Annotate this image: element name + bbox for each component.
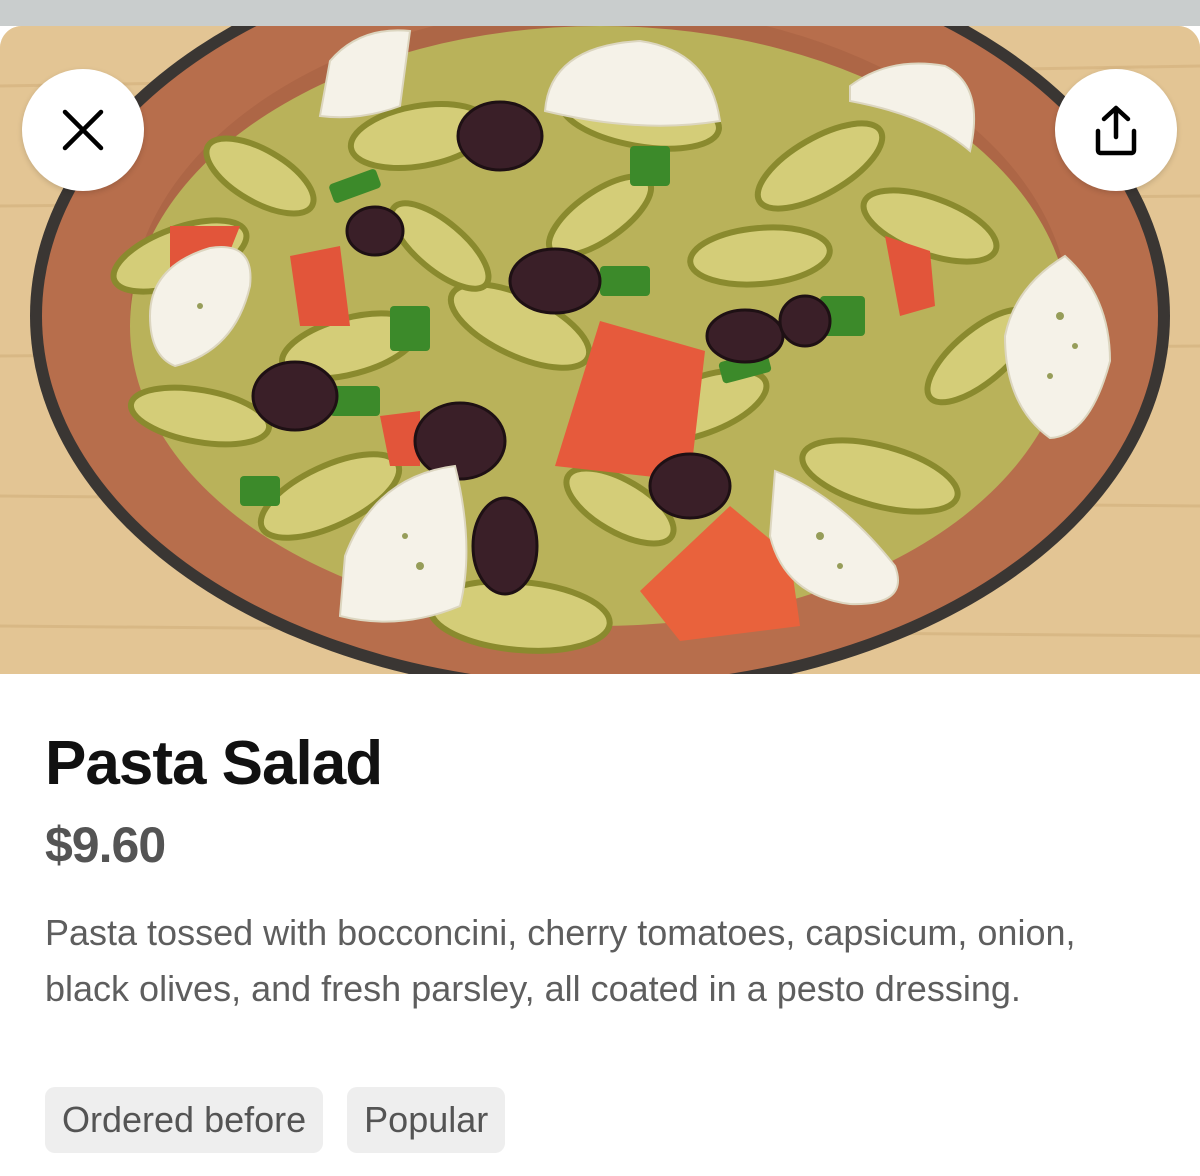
item-price: $9.60 xyxy=(45,817,166,873)
tag-popular: Popular xyxy=(347,1087,506,1153)
share-icon xyxy=(1092,104,1140,156)
tag-ordered-before: Ordered before xyxy=(45,1087,324,1153)
tag-list: Ordered before Popular xyxy=(45,1087,506,1153)
pasta-salad-photo xyxy=(0,26,1200,674)
share-button[interactable] xyxy=(1055,69,1177,191)
status-bar-strip xyxy=(0,0,1200,26)
close-button[interactable] xyxy=(22,69,144,191)
item-title: Pasta Salad xyxy=(45,729,383,798)
item-description: Pasta tossed with bocconcini, cherry tom… xyxy=(45,912,1076,1009)
close-icon xyxy=(61,108,105,152)
